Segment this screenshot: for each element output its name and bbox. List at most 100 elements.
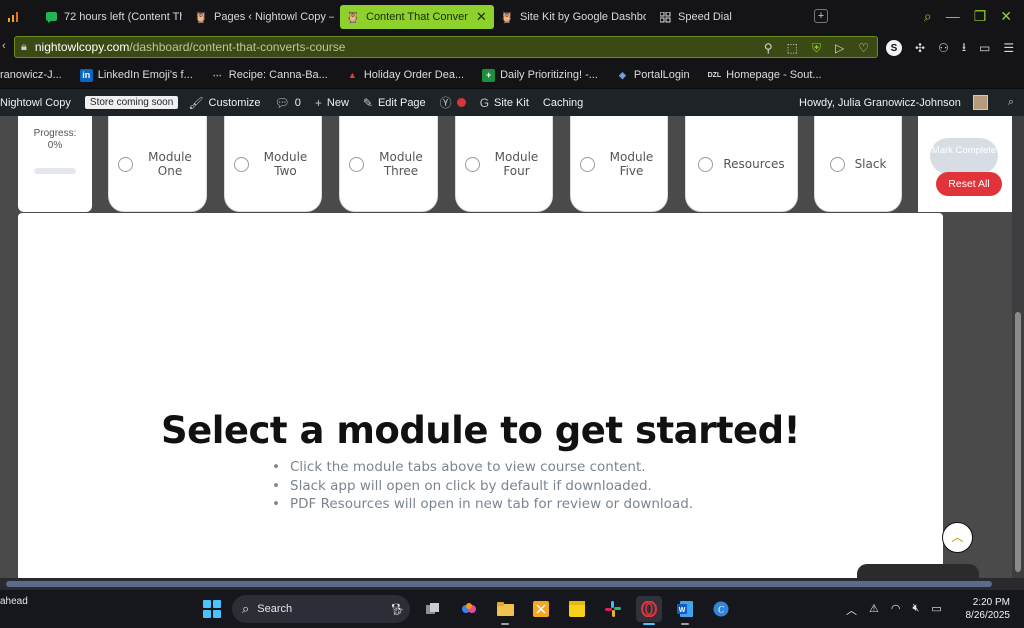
tab-module-four[interactable]: Module Four — [455, 116, 553, 212]
new-link[interactable]: + New — [315, 96, 349, 110]
edit-page-link[interactable]: ✎ Edit Page — [363, 96, 426, 110]
module-label: Module Five — [609, 150, 654, 178]
site-name-link[interactable]: Nightowl Copy — [0, 97, 71, 109]
profile-icon[interactable]: ⚇ — [938, 41, 949, 55]
bookmark-item[interactable]: + Daily Prioritizing! -... — [482, 68, 598, 82]
yoast-icon: Ⓨ — [439, 96, 452, 110]
tab-module-three[interactable]: Module Three — [339, 116, 438, 212]
chevron-up-icon[interactable]: ︿ — [846, 602, 857, 618]
tab-title: Site Kit by Google Dashbo — [520, 11, 646, 23]
reset-all-button[interactable]: Reset All — [936, 172, 1002, 196]
battery-icon[interactable]: ▭ — [979, 41, 990, 55]
bookmark-item[interactable]: ▲ Holiday Order Dea... — [346, 69, 464, 82]
radio-icon — [829, 156, 845, 172]
easy-setup-icon[interactable]: ☰ — [1003, 41, 1014, 55]
tab-analytics[interactable] — [0, 5, 38, 29]
tab-72-hours[interactable]: 72 hours left (Content Tha — [38, 5, 188, 29]
plus-icon: + — [314, 95, 322, 110]
security-alert-icon[interactable]: ⚠ — [869, 602, 879, 618]
search-placeholder: Search — [257, 603, 293, 615]
running-indicator — [501, 623, 509, 625]
puzzle-icon[interactable]: ✣ — [915, 41, 925, 55]
tab-slack[interactable]: Slack — [814, 116, 902, 212]
send-icon[interactable]: ▷ — [835, 41, 844, 55]
mark-complete-button[interactable]: Mark Complete — [930, 138, 998, 174]
seo-status-dot — [456, 98, 466, 107]
radio-icon — [579, 156, 595, 172]
address-bar-row: ‹ 🔒︎ nightowlcopy.com/dashboard/content-… — [0, 32, 1024, 62]
radio-icon — [698, 156, 714, 172]
page-title: Select a module to get started! — [160, 409, 801, 452]
close-window-icon[interactable]: ✕ — [1000, 8, 1012, 25]
tab-module-two[interactable]: Module Two — [224, 116, 322, 212]
pin-icon[interactable]: ⚲ — [764, 41, 773, 55]
customize-label: Customize — [208, 96, 261, 109]
tab-site-kit[interactable]: 🦉 Site Kit by Google Dashbo — [494, 5, 652, 29]
minimize-icon[interactable]: — — [946, 8, 960, 24]
edit-page-label: Edit Page — [377, 96, 426, 109]
system-clock[interactable]: 2:20 PM 8/26/2025 — [966, 596, 1011, 622]
list-item: Slack app will open on click by default … — [274, 477, 693, 496]
horizontal-scrollbar[interactable] — [0, 578, 1024, 590]
heart-icon[interactable]: ♡ — [858, 41, 869, 55]
bookmark-item[interactable]: ranowicz-J... — [0, 69, 62, 81]
taskbar-search[interactable]: ⌕ Search 🐕︎ — [232, 595, 410, 623]
battery-icon[interactable]: ▭ — [931, 602, 941, 618]
shield-icon[interactable]: ⛨ — [812, 41, 821, 56]
avatar[interactable] — [972, 95, 988, 110]
bookmark-item[interactable]: ◈ PortalLogin — [616, 69, 690, 82]
chat-widget[interactable] — [857, 564, 979, 578]
yoast-link[interactable]: Ⓨ — [440, 94, 466, 111]
chevron-up-icon: ︿ — [951, 530, 964, 544]
task-view-icon[interactable] — [420, 596, 446, 622]
tab-content-that-converts[interactable]: 🦉 Content That Conver ✕ — [340, 5, 494, 29]
bookmark-item[interactable]: in LinkedIn Emoji's f... — [79, 68, 193, 82]
snapshot-icon[interactable]: ⬚ — [787, 41, 798, 55]
scroll-to-top-button[interactable]: ︿ — [942, 522, 973, 553]
file-explorer-icon[interactable] — [492, 596, 518, 625]
store-badge[interactable]: Store coming soon — [84, 96, 179, 109]
sticky-notes-icon[interactable] — [564, 596, 590, 622]
bookmark-item[interactable]: ⋯ Recipe: Canna-Ba... — [211, 69, 328, 82]
s-extension-icon[interactable]: S — [886, 40, 902, 56]
sidebar-toggle-icon[interactable]: ‹ — [2, 40, 6, 52]
tab-module-five[interactable]: Module Five — [570, 116, 668, 212]
slack-icon[interactable] — [600, 596, 626, 622]
scrollbar-thumb[interactable] — [6, 581, 992, 587]
new-tab-button[interactable]: + — [814, 9, 828, 23]
comments-link[interactable]: 💬︎ 0 — [275, 96, 301, 110]
bookmark-item[interactable]: DZL Homepage - Sout... — [708, 69, 822, 82]
canva-icon[interactable]: C — [708, 596, 734, 622]
howdy-link[interactable]: Howdy, Julia Granowicz-Johnson — [799, 97, 961, 109]
search-icon[interactable]: ⌕ — [1008, 96, 1014, 109]
tab-title: 72 hours left (Content Tha — [64, 11, 182, 23]
copilot-icon[interactable] — [456, 596, 482, 622]
url-field[interactable]: 🔒︎ nightowlcopy.com/dashboard/content-th… — [14, 36, 878, 58]
opera-icon[interactable] — [636, 596, 662, 625]
windows-start-icon[interactable] — [203, 600, 221, 618]
tab-speed-dial[interactable]: Speed Dial — [652, 5, 802, 29]
course-actions: Mark Complete Reset All — [918, 116, 1024, 212]
site-kit-link[interactable]: G Site Kit — [480, 96, 529, 110]
vertical-scrollbar[interactable] — [1012, 116, 1024, 578]
wifi-icon[interactable]: ◠ — [891, 602, 901, 618]
tab-pages[interactable]: 🦉 Pages ‹ Nightowl Copy — — [188, 5, 340, 29]
scrollbar-thumb[interactable] — [1015, 312, 1021, 572]
word-icon[interactable]: W — [672, 596, 698, 625]
extension-icons: S ✣ ⚇ ⭳ ▭ ☰ — [886, 38, 1014, 58]
window-controls: ⌕ — ❐ ✕ — [924, 0, 1024, 32]
tab-module-one[interactable]: Module One — [108, 116, 207, 212]
search-tabs-icon[interactable]: ⌕ — [924, 8, 932, 25]
radio-icon — [118, 156, 133, 172]
download-icon[interactable]: ⭳ — [962, 38, 966, 59]
volume-muted-icon[interactable]: 🔇︎ — [912, 602, 919, 618]
tab-resources[interactable]: Resources — [685, 116, 798, 212]
sticky-app-icon[interactable] — [528, 596, 554, 622]
close-icon[interactable]: ✕ — [476, 9, 487, 25]
weather-widget[interactable]: ahead — [0, 596, 28, 607]
customize-link[interactable]: 🖌︎ Customize — [188, 96, 260, 110]
module-label: Module Four — [494, 150, 539, 178]
lock-icon[interactable]: 🔒︎ — [21, 41, 27, 54]
restore-icon[interactable]: ❐ — [974, 8, 987, 25]
caching-link[interactable]: Caching — [543, 97, 583, 109]
